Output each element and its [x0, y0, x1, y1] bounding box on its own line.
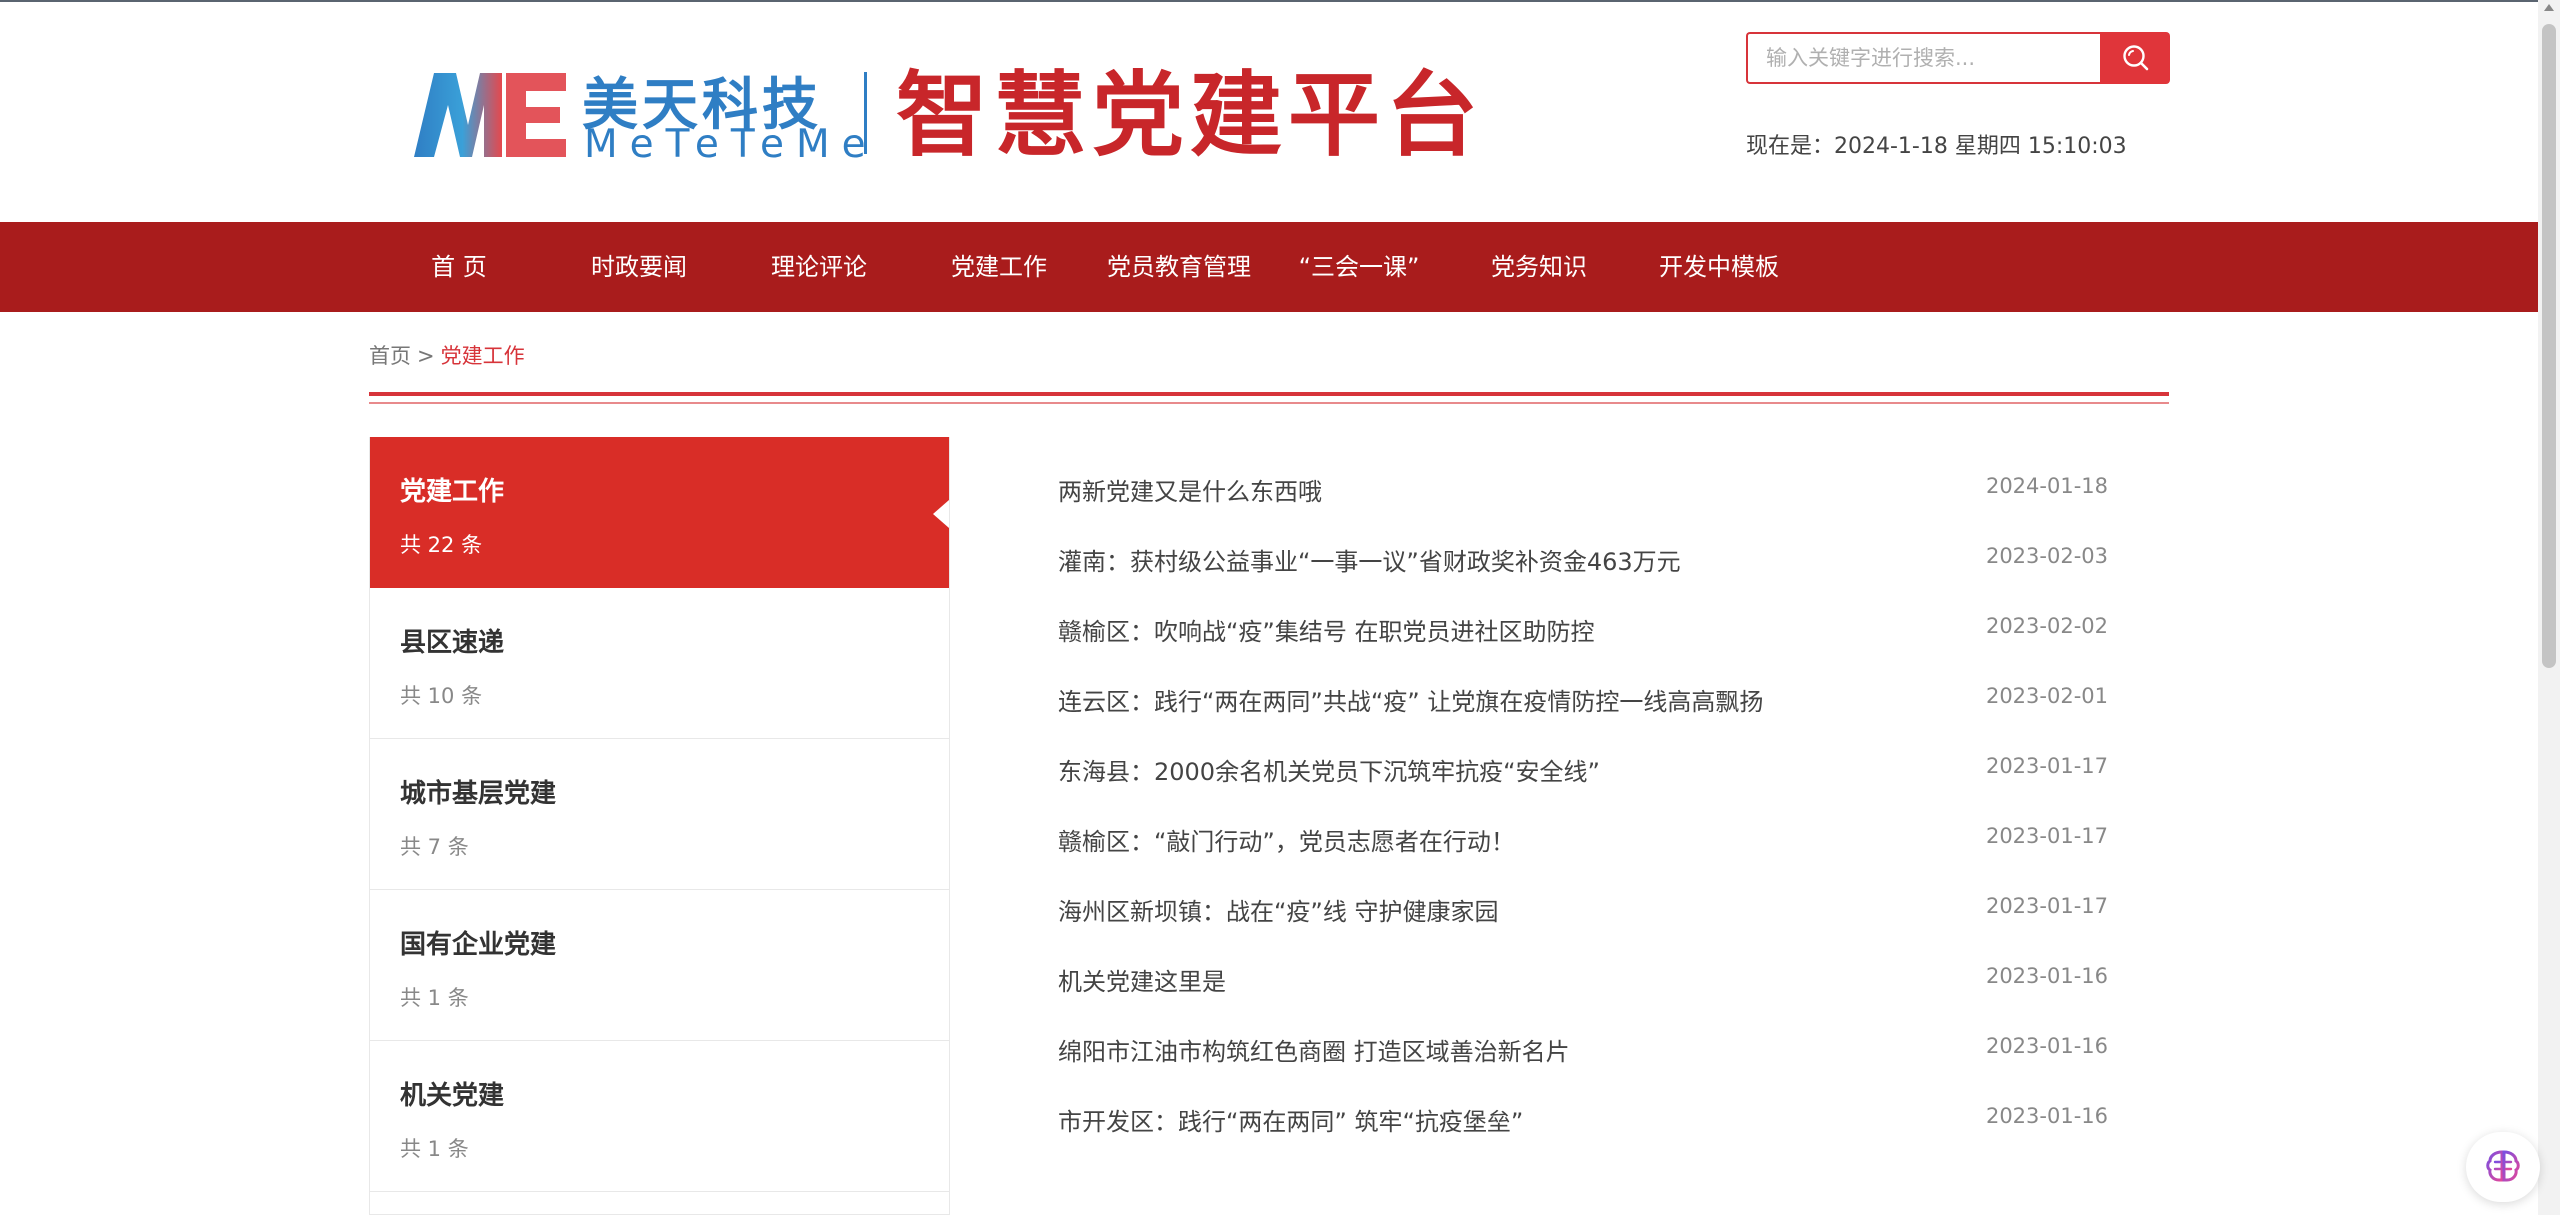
list-item[interactable]: 连云区：践行“两在两同”共战“疫” 让党旗在疫情防控一线高高飘扬 2023-02…: [1058, 662, 2108, 732]
nav-item-party-building[interactable]: 党建工作: [909, 222, 1089, 312]
nav-item-politics-news[interactable]: 时政要闻: [549, 222, 729, 312]
sidebar-item-count: 共 10 条: [400, 684, 483, 708]
ai-assistant-button[interactable]: [2466, 1132, 2540, 1202]
breadcrumb-separator: >: [417, 344, 435, 368]
news-title-link[interactable]: 灌南：获村级公益事业“一事一议”省财政奖补资金463万元: [1058, 542, 1681, 577]
nav-item-theory[interactable]: 理论评论: [729, 222, 909, 312]
sidebar-item-count: 共 1 条: [400, 1137, 469, 1161]
breadcrumb-home-link[interactable]: 首页: [369, 344, 411, 368]
platform-title: 智慧党建平台: [896, 61, 1485, 169]
list-item[interactable]: 赣榆区：“敲门行动”，党员志愿者在行动！ 2023-01-17: [1058, 802, 2108, 872]
list-item[interactable]: 东海县：2000余名机关党员下沉筑牢抗疫“安全线” 2023-01-17: [1058, 732, 2108, 802]
list-item[interactable]: 机关党建这里是 2023-01-16: [1058, 942, 2108, 1012]
breadcrumb-current[interactable]: 党建工作: [441, 344, 525, 368]
sidebar-item-county-express[interactable]: 县区速递 共 10 条: [370, 588, 949, 739]
sidebar-item-title: 党建工作: [400, 477, 505, 507]
sidebar-item-title: 机关党建: [400, 1081, 505, 1111]
ai-assistant-icon: [2486, 1150, 2520, 1182]
news-title-link[interactable]: 市开发区：践行“两在两同” 筑牢“抗疫堡垒”: [1058, 1102, 1523, 1137]
news-title-link[interactable]: 海州区新坝镇：战在“疫”线 守护健康家园: [1058, 892, 1499, 927]
news-date: 2023-01-16: [1985, 964, 2108, 988]
sidebar-item-title: 城市基层党建: [400, 779, 557, 809]
news-title-link[interactable]: 东海县：2000余名机关党员下沉筑牢抗疫“安全线”: [1058, 752, 1600, 787]
news-title-link[interactable]: 两新党建又是什么东西哦: [1058, 472, 1322, 507]
sidebar-item-title: 国有企业党建: [400, 930, 557, 960]
sidebar-item-urban-grassroots[interactable]: 城市基层党建 共 7 条: [370, 739, 949, 890]
logo-english-name: MeTeTeMe: [584, 122, 878, 167]
sidebar-item-state-enterprise[interactable]: 国有企业党建 共 1 条: [370, 890, 949, 1041]
news-date: 2023-01-17: [1985, 754, 2108, 778]
list-item[interactable]: 赣榆区：吹响战“疫”集结号 在职党员进社区助防控 2023-02-02: [1058, 592, 2108, 662]
search-bar: [1746, 32, 2170, 84]
search-icon: [2123, 45, 2149, 71]
list-item[interactable]: 绵阳市江油市构筑红色商圈 打造区域善治新名片 2023-01-16: [1058, 1012, 2108, 1082]
sidebar-item-count: 共 7 条: [400, 835, 469, 859]
list-item[interactable]: 灌南：获村级公益事业“一事一议”省财政奖补资金463万元 2023-02-03: [1058, 522, 2108, 592]
news-date: 2023-01-17: [1985, 894, 2108, 918]
nav-item-three-meetings[interactable]: “三会一课”: [1269, 222, 1449, 312]
list-item[interactable]: 海州区新坝镇：战在“疫”线 守护健康家园 2023-01-17: [1058, 872, 2108, 942]
nav-item-member-education[interactable]: 党员教育管理: [1089, 222, 1269, 312]
news-date: 2024-01-18: [1985, 474, 2108, 498]
sidebar-item-government-organs[interactable]: 机关党建 共 1 条: [370, 1041, 949, 1192]
sidebar-item-count: 共 22 条: [400, 533, 483, 557]
section-divider: [369, 392, 2169, 396]
main-nav: 首 页 时政要闻 理论评论 党建工作 党员教育管理 “三会一课” 党务知识 开发…: [0, 222, 2538, 312]
list-item[interactable]: 两新党建又是什么东西哦 2024-01-18: [1058, 452, 2108, 522]
logo-mark-icon: [414, 73, 566, 157]
current-datetime: 现在是：2024-1-18 星期四 15:10:03: [1746, 134, 2127, 159]
nav-item-home[interactable]: 首 页: [369, 222, 549, 312]
nav-item-party-knowledge[interactable]: 党务知识: [1449, 222, 1629, 312]
scroll-up-arrow-icon[interactable]: [2544, 4, 2554, 11]
news-title-link[interactable]: 赣榆区：“敲门行动”，党员志愿者在行动！: [1058, 822, 1515, 857]
active-indicator: [933, 500, 949, 528]
search-input[interactable]: [1746, 32, 2100, 84]
list-item[interactable]: 市开发区：践行“两在两同” 筑牢“抗疫堡垒” 2023-01-16: [1058, 1082, 2108, 1152]
sidebar-item-party-building[interactable]: 党建工作 共 22 条: [370, 437, 949, 588]
sidebar-item-count: 共 1 条: [400, 986, 469, 1010]
site-header: 美天科技 MeTeTeMe 智慧党建平台 现在是：2024-1-18 星期四 1…: [0, 2, 2538, 222]
search-button[interactable]: [2100, 32, 2170, 84]
breadcrumb: 首页 > 党建工作: [369, 340, 525, 370]
news-title-link[interactable]: 机关党建这里是: [1058, 962, 1226, 997]
news-date: 2023-01-17: [1985, 824, 2108, 848]
news-date: 2023-01-16: [1985, 1104, 2108, 1128]
site-logo[interactable]: 美天科技 MeTeTeMe 智慧党建平台: [410, 60, 1478, 170]
news-title-link[interactable]: 绵阳市江油市构筑红色商圈 打造区域善治新名片: [1058, 1032, 1570, 1067]
news-title-link[interactable]: 连云区：践行“两在两同”共战“疫” 让党旗在疫情防控一线高高飘扬: [1058, 682, 1763, 717]
sidebar-item-title: 县区速递: [400, 628, 505, 658]
news-date: 2023-02-02: [1985, 614, 2108, 638]
section-divider-thin: [369, 402, 2169, 404]
news-date: 2023-02-01: [1985, 684, 2108, 708]
page-scrollbar[interactable]: [2538, 0, 2560, 1215]
logo-divider: [864, 72, 867, 154]
news-date: 2023-02-03: [1985, 544, 2108, 568]
news-date: 2023-01-16: [1985, 1034, 2108, 1058]
news-title-link[interactable]: 赣榆区：吹响战“疫”集结号 在职党员进社区助防控: [1058, 612, 1595, 647]
nav-item-templates[interactable]: 开发中模板: [1629, 222, 1809, 312]
category-sidebar: 党建工作 共 22 条 县区速递 共 10 条 城市基层党建 共 7 条 国有企…: [369, 437, 950, 1215]
scrollbar-thumb[interactable]: [2542, 24, 2556, 668]
